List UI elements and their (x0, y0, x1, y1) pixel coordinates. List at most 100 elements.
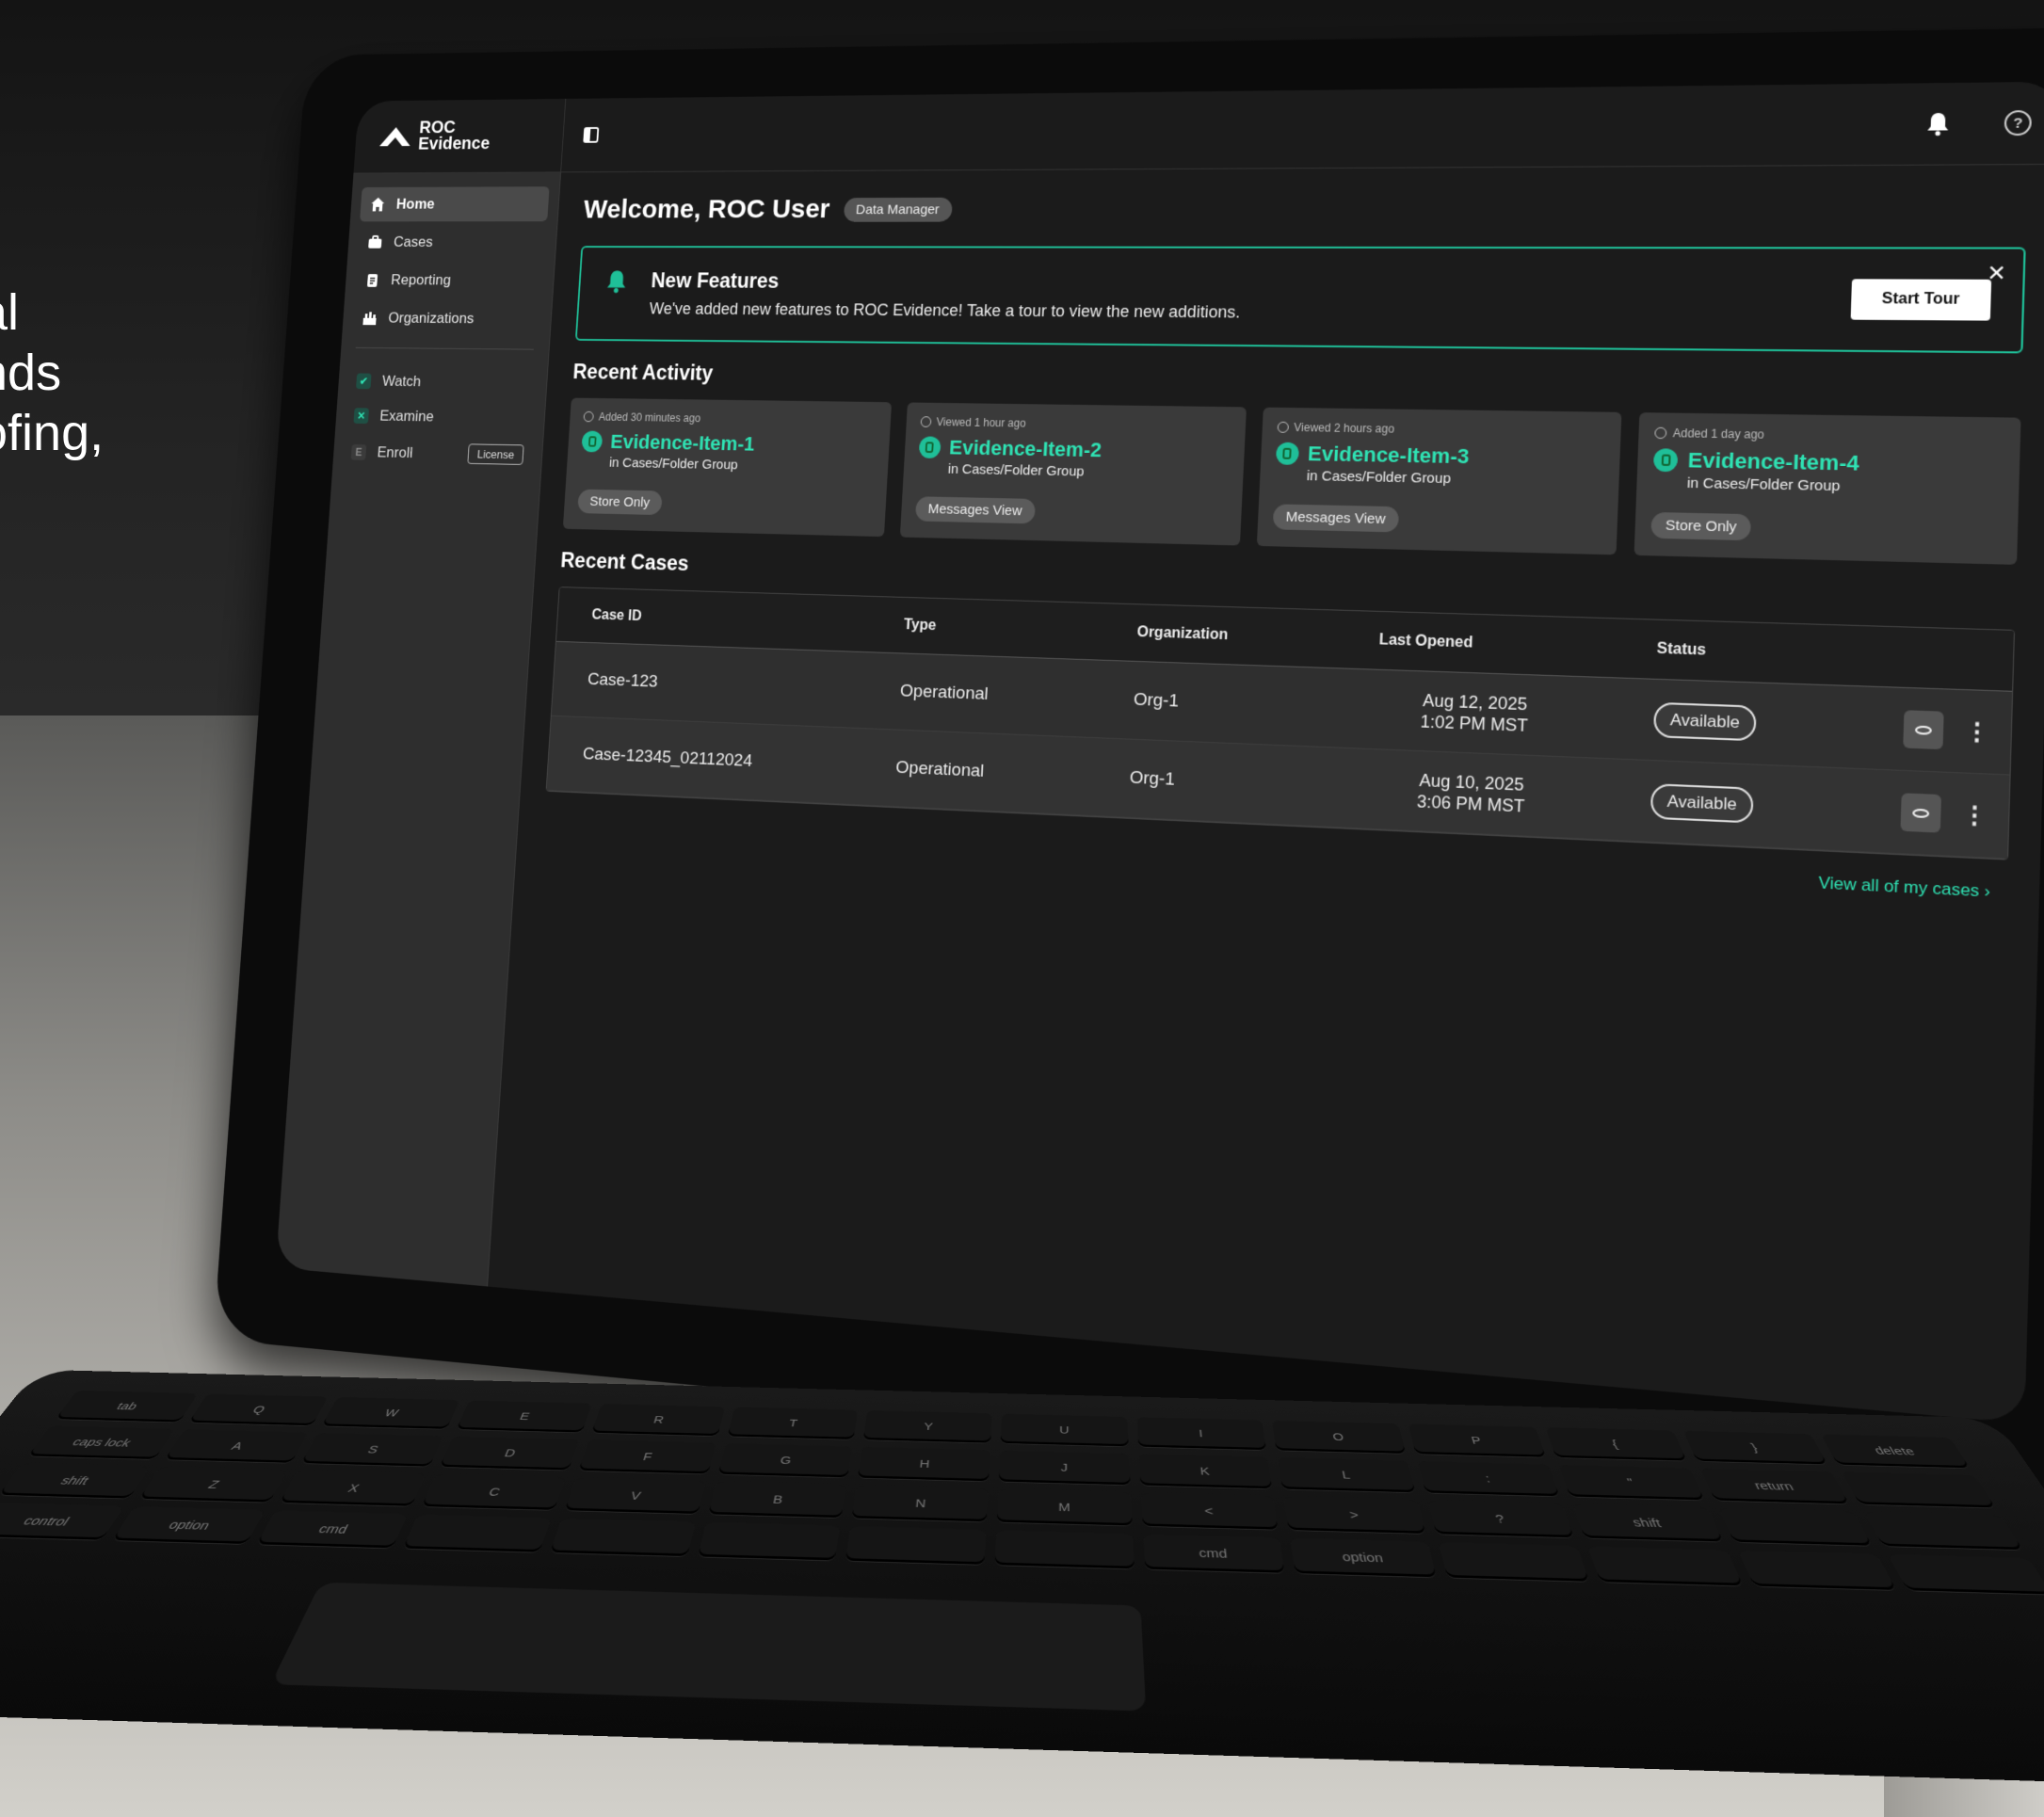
sidebar-item-examine[interactable]: ✕ Examine (345, 398, 535, 436)
sidebar-item-organizations[interactable]: Organizations (351, 300, 541, 336)
keyboard-key[interactable]: E (457, 1400, 592, 1432)
notifications-bell-icon[interactable] (1925, 111, 1951, 137)
license-button[interactable]: License (468, 443, 524, 465)
column-header[interactable]: Last Opened (1341, 631, 1617, 657)
keyboard-key[interactable]: X (280, 1471, 426, 1506)
keyboard-key[interactable]: : (1418, 1461, 1560, 1496)
column-header[interactable]: Organization (1100, 623, 1342, 648)
keyboard-key[interactable]: { (1545, 1427, 1686, 1460)
sidebar-item-cases[interactable]: Cases (357, 225, 547, 260)
column-header[interactable]: Status (1617, 639, 1878, 666)
sidebar-item-reporting[interactable]: Reporting (354, 263, 544, 298)
page-title: Welcome, ROC User (583, 194, 830, 224)
card-meta: Added 30 minutes ago (583, 410, 877, 427)
activity-card[interactable]: Viewed 2 hours ago Evidence-Item-3 in Ca… (1256, 408, 1621, 555)
keyboard-key[interactable]: F (578, 1439, 716, 1473)
card-meta: Viewed 2 hours ago (1277, 421, 1605, 439)
keyboard-key[interactable]: Z (139, 1467, 288, 1503)
keyboard-key[interactable]: L (1278, 1457, 1415, 1492)
column-header[interactable]: Case ID (557, 606, 869, 633)
row-actions: ⋮ (1875, 709, 2012, 752)
keyboard-key[interactable]: control (0, 1503, 123, 1540)
chevron-right-icon: › (1984, 881, 1990, 901)
keyboard-key[interactable] (1439, 1542, 1589, 1582)
keyboard-key[interactable] (1718, 1508, 1873, 1546)
keyboard-key[interactable]: option (1290, 1538, 1437, 1578)
activity-card[interactable]: Added 1 day ago Evidence-Item-4 in Cases… (1634, 412, 2021, 565)
keyboard-key[interactable]: cmd (1143, 1534, 1285, 1572)
close-icon[interactable]: ✕ (1987, 261, 2006, 286)
keyboard-key[interactable] (403, 1514, 552, 1552)
keyboard-key[interactable]: J (999, 1451, 1131, 1486)
keyboard-key[interactable]: R (591, 1404, 725, 1436)
sidebar-item-watch[interactable]: ✔ Watch (347, 363, 538, 401)
help-icon[interactable]: ? (2004, 110, 2033, 136)
keyboard-key[interactable] (1587, 1546, 1743, 1585)
keyboard-key[interactable]: cmd (257, 1510, 408, 1548)
keyboard-key[interactable] (550, 1519, 696, 1556)
keyboard-key[interactable]: option (112, 1506, 266, 1544)
more-options-icon[interactable]: ⋮ (1961, 800, 1988, 830)
keyboard-key[interactable] (698, 1522, 841, 1561)
keyboard-key[interactable]: H (858, 1447, 990, 1482)
keyboard-key[interactable]: > (1284, 1497, 1426, 1534)
keyboard-key[interactable]: G (717, 1443, 852, 1477)
sidebar-toggle-icon[interactable] (583, 127, 599, 143)
keyboard-key[interactable]: tab (56, 1391, 198, 1423)
card-name[interactable]: Evidence-Item-3 (1307, 442, 1470, 469)
keyboard-key[interactable] (995, 1530, 1135, 1568)
sidebar-item-enroll[interactable]: E Enroll License (342, 433, 533, 474)
column-header[interactable]: Type (868, 616, 1101, 640)
card-meta-text: Viewed 1 hour ago (936, 415, 1026, 429)
keyboard-key[interactable]: U (1001, 1414, 1129, 1447)
keyboard-key[interactable]: < (1141, 1493, 1279, 1530)
keyboard-key[interactable]: } (1682, 1431, 1827, 1465)
keyboard-key[interactable]: D (440, 1437, 579, 1471)
keyboard-key[interactable]: ? (1428, 1501, 1574, 1537)
app-body: Home Cases Reporting Organizations ✔ Wat… (276, 165, 2044, 1423)
keyboard-key[interactable]: B (708, 1482, 847, 1518)
trackpad[interactable] (270, 1583, 1146, 1712)
keyboard-key[interactable]: V (564, 1478, 705, 1514)
keyboard-key[interactable]: I (1136, 1417, 1266, 1450)
activity-card[interactable]: Viewed 1 hour ago Evidence-Item-2 in Cas… (900, 402, 1247, 545)
keyboard-key[interactable]: shift (0, 1463, 150, 1498)
card-meta-text: Viewed 2 hours ago (1294, 421, 1394, 436)
keyboard-key[interactable] (1888, 1554, 2044, 1595)
logo[interactable]: ROC Evidence (354, 99, 567, 173)
keyboard-key[interactable] (845, 1526, 986, 1565)
card-name[interactable]: Evidence-Item-2 (949, 436, 1102, 462)
activity-card[interactable]: Added 30 minutes ago Evidence-Item-1 in … (563, 398, 892, 538)
sidebar-item-home[interactable]: Home (360, 186, 550, 221)
start-tour-button[interactable]: Start Tour (1850, 279, 1991, 320)
keyboard-key[interactable]: delete (1821, 1434, 1970, 1468)
card-name[interactable]: Evidence-Item-1 (610, 430, 755, 456)
keyboard-key[interactable]: T (727, 1407, 858, 1439)
keyboard-key[interactable]: K (1138, 1454, 1272, 1488)
keyboard-key[interactable]: P (1408, 1423, 1546, 1456)
keyboard-key[interactable]: W (322, 1397, 459, 1429)
view-button[interactable] (1903, 710, 1943, 749)
more-options-icon[interactable]: ⋮ (1964, 716, 1990, 747)
keyboard-key[interactable] (1864, 1512, 2023, 1550)
evidence-icon (918, 436, 941, 458)
keyboard-key[interactable]: Q (188, 1393, 329, 1425)
case-organization: Org-1 (1092, 766, 1335, 797)
view-button[interactable] (1900, 793, 1941, 832)
keyboard-key[interactable]: shift (1572, 1504, 1723, 1542)
keyboard-key[interactable]: caps lock (28, 1426, 175, 1459)
keyboard-key[interactable] (1737, 1551, 1897, 1590)
card-name[interactable]: Evidence-Item-4 (1687, 448, 1859, 476)
keyboard-key[interactable]: M (997, 1489, 1133, 1526)
keyboard-key[interactable]: S (301, 1433, 443, 1467)
eye-icon (1915, 725, 1932, 734)
keyboard-key[interactable]: N (852, 1486, 989, 1522)
keyboard-key[interactable]: return (1699, 1469, 1849, 1504)
keyboard-key[interactable]: Y (863, 1410, 992, 1443)
keyboard-key[interactable]: A (165, 1429, 309, 1463)
keyboard-key[interactable]: C (422, 1474, 566, 1510)
keyboard-key[interactable]: " (1558, 1465, 1704, 1500)
sidebar-item-label: Enroll (377, 443, 413, 461)
keyboard-key[interactable]: O (1272, 1421, 1406, 1454)
keyboard-key[interactable] (1842, 1472, 1995, 1508)
